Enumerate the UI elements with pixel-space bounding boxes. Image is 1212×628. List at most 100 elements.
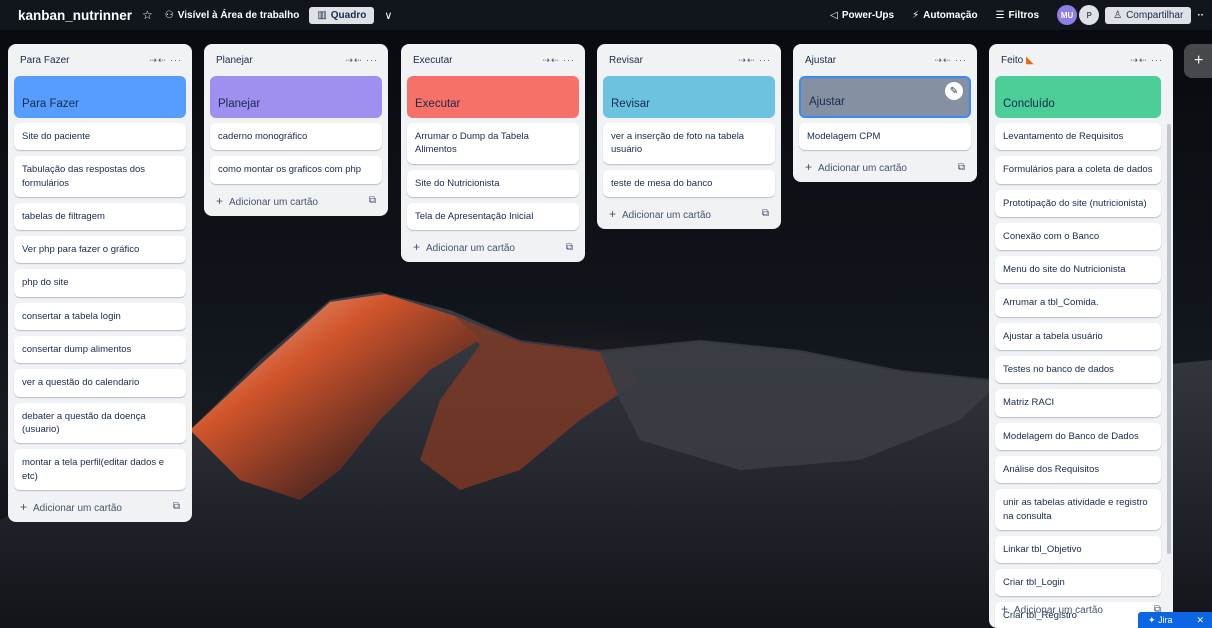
list-item[interactable]: como montar os graficos com php (210, 156, 382, 184)
list-title[interactable]: Para Fazer (20, 55, 69, 66)
avatar[interactable]: MU (1057, 5, 1078, 25)
card-template-icon[interactable]: ⧉ (369, 195, 376, 206)
list-item[interactable]: debater a questão da doença (usuario) (14, 402, 186, 444)
add-card-button[interactable]: + Adicionar um cartão ⧉ (603, 203, 775, 223)
list-item[interactable]: Prototipação do site (nutricionista) (995, 189, 1161, 217)
list-item[interactable]: Conexão com o Banco (995, 222, 1161, 251)
list-feito: Feito ◣ ⇢⇠ ··· Concluído Levantamento de… (989, 44, 1173, 628)
visibility-label: Visível à Área de trabalho (177, 9, 300, 21)
list-item[interactable]: Levantamento de Requisitos (995, 123, 1161, 151)
board-view-label: Quadro (330, 9, 367, 21)
board-title[interactable]: kanban_nutrinner (18, 8, 132, 23)
list-title-text: Feito (1001, 54, 1024, 66)
list-title[interactable]: Ajustar (805, 55, 836, 66)
list-header: Para Fazer ⇢⇠ ··· (14, 44, 186, 76)
list-item[interactable]: consertar dump alimentos (14, 336, 186, 364)
add-card-button[interactable]: + Adicionar um cartão ⧉ (407, 236, 579, 256)
list-item[interactable]: Linkar tbl_Objetivo (995, 535, 1161, 564)
cover-card-label: Concluído (1003, 98, 1055, 110)
list-item[interactable]: Testes no banco de dados (995, 356, 1161, 384)
cover-card[interactable]: Concluído (995, 76, 1161, 118)
list-item[interactable]: Site do paciente (14, 123, 186, 151)
filters-label: Filtros (1008, 9, 1040, 21)
list-title[interactable]: Revisar (609, 55, 643, 66)
add-card-button[interactable]: + Adicionar um cartão ⧉ (210, 190, 382, 210)
list-menu-icon[interactable]: ⇢⇠ ··· (542, 55, 575, 66)
list-title[interactable]: Executar (413, 55, 452, 66)
list-item[interactable]: caderno monográfico (210, 123, 382, 151)
list-item[interactable]: Arrumar o Dump da Tabela Alimentos (407, 123, 579, 164)
add-card-label: Adicionar um cartão (426, 243, 515, 255)
card-template-icon[interactable]: ⧉ (173, 501, 180, 512)
list-item[interactable]: Tela de Apresentação Inicial (407, 202, 579, 231)
pencil-icon[interactable]: ✎ (945, 82, 963, 100)
cover-card[interactable]: Executar (407, 76, 579, 118)
avatar[interactable]: P (1079, 5, 1100, 25)
list-item[interactable]: Menu do site do Nutricionista (995, 256, 1161, 284)
automation-label: Automação (923, 9, 978, 21)
cover-card-label: Executar (415, 98, 461, 110)
cover-card[interactable]: Revisar (603, 76, 775, 118)
list-item[interactable]: Arrumar a tbl_Comida. (995, 289, 1161, 317)
list-item[interactable]: consertar a tabela login (14, 302, 186, 331)
list-item[interactable]: ver a inserção de foto na tabela usuário (603, 123, 775, 164)
list-menu-icon[interactable]: ⇢⇠ ··· (934, 55, 967, 66)
card-template-icon[interactable]: ⧉ (762, 208, 769, 219)
list-title[interactable]: Feito ◣ (1001, 55, 1034, 66)
list-executar: Executar ⇢⇠ ··· Executar Arrumar o Dump … (401, 44, 585, 263)
list-item[interactable]: tabelas de filtragem (14, 202, 186, 231)
list-item[interactable]: unir as tabelas atividade e registro na … (995, 489, 1161, 530)
list-menu-icon[interactable]: ⇢⇠ ··· (149, 55, 182, 66)
list-item[interactable]: Criar tbl_Login (995, 569, 1161, 597)
list-revisar: Revisar ⇢⇠ ··· Revisar ver a inserção de… (597, 44, 781, 229)
list-item[interactable]: montar a tela perfil(editar dados e etc) (14, 449, 186, 490)
add-card-button[interactable]: + Adicionar um cartão ⧉ (14, 496, 186, 516)
list-item[interactable]: Análise dos Requisitos (995, 455, 1161, 484)
list-header: Feito ◣ ⇢⇠ ··· (995, 44, 1167, 76)
automation-button[interactable]: ⚡ Automação (912, 10, 977, 21)
cover-card[interactable]: Para Fazer (14, 76, 186, 118)
list-scrollbar[interactable] (1167, 124, 1171, 554)
list-item[interactable]: teste de mesa do banco (603, 169, 775, 197)
power-ups-label: Power-Ups (841, 9, 895, 21)
list-menu-icon[interactable]: ⇢⇠ ··· (738, 55, 771, 66)
add-card-label: Adicionar um cartão (622, 209, 711, 221)
list-item[interactable]: ver a questão do calendario (14, 369, 186, 397)
jira-widget[interactable]: ✦ Jira ✕ (1138, 612, 1212, 628)
jira-icon: ✦ (1148, 614, 1156, 625)
power-ups-button[interactable]: ◁ Power-Ups (830, 10, 894, 21)
close-icon[interactable]: ✕ (1196, 615, 1204, 626)
list-item[interactable]: Modelagem do Banco de Dados (995, 422, 1161, 450)
list-item[interactable]: Ver php para fazer o gráfico (14, 236, 186, 264)
card-template-icon[interactable]: ⧉ (958, 162, 965, 173)
cover-card[interactable]: Planejar (210, 76, 382, 118)
share-button[interactable]: ♙ Compartilhar (1105, 6, 1192, 24)
list-title[interactable]: Planejar (216, 55, 253, 66)
list-item[interactable]: Modelagem CPM (799, 123, 971, 151)
star-icon[interactable]: ☆ (142, 8, 153, 22)
list-item[interactable]: Site do Nutricionista (407, 169, 579, 197)
board-header: kanban_nutrinner ☆ ⚇ Visível à Área de t… (0, 0, 1212, 30)
plus-icon: + (1001, 602, 1009, 616)
visibility-button[interactable]: ⚇ Visível à Área de trabalho (165, 10, 300, 21)
add-card-label: Adicionar um cartão (33, 502, 122, 514)
plus-icon: + (805, 160, 813, 175)
list-item[interactable]: Formulários para a coleta de dados (995, 156, 1161, 184)
list-item[interactable]: php do site (14, 269, 186, 297)
list-item[interactable]: Tabulação das respostas dos formulários (14, 156, 186, 197)
more-options-icon[interactable]: ·· (1197, 10, 1204, 21)
add-card-button[interactable]: + Adicionar um cartão ⧉ (799, 156, 971, 176)
filters-button[interactable]: ☰ Filtros (996, 10, 1040, 21)
rocket-icon: ◁ (830, 9, 838, 21)
card-template-icon[interactable]: ⧉ (566, 242, 573, 253)
list-menu-icon[interactable]: ⇢⇠ ··· (345, 55, 378, 66)
list-item[interactable]: Matriz RACI (995, 389, 1161, 417)
plus-icon: + (413, 240, 421, 255)
add-list-button[interactable]: + (1184, 44, 1212, 78)
plus-icon: + (20, 499, 28, 514)
board-view-button[interactable]: ▥ Quadro (309, 6, 375, 24)
cover-card[interactable]: Ajustar ✎ (799, 76, 971, 118)
list-menu-icon[interactable]: ⇢⇠ ··· (1130, 55, 1163, 66)
chevron-down-icon[interactable]: ∨ (380, 9, 396, 22)
list-item[interactable]: Ajustar a tabela usuário (995, 322, 1161, 351)
